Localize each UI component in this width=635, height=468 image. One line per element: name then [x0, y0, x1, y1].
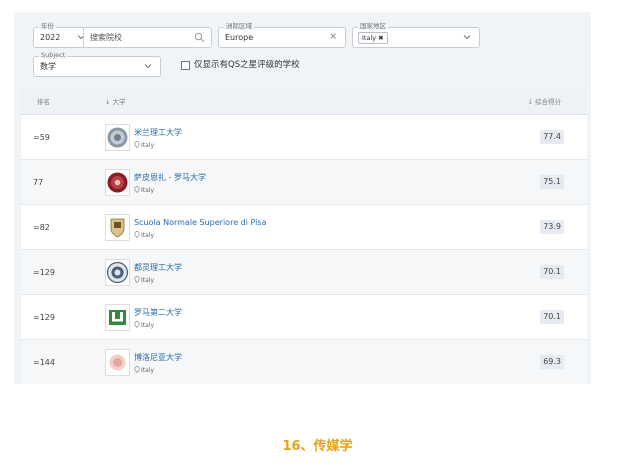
header-score[interactable]: ↓ 综合得分: [527, 98, 561, 106]
university-link[interactable]: 罗马第二大学: [134, 308, 182, 318]
location-label: Italy: [141, 187, 155, 194]
year-legend: 年份: [39, 22, 56, 30]
row-rank: =129: [33, 313, 55, 322]
country-select[interactable]: 国家地区 Italy ✖: [352, 22, 480, 48]
table-row: =129 都灵理工大学 Italy 70.1: [21, 250, 587, 295]
region-legend: 洲际区域: [224, 22, 254, 30]
row-rank: =59: [33, 133, 50, 142]
location-pin-icon: [134, 366, 140, 374]
crest-logo-icon: [105, 214, 130, 241]
score-badge: 77.4: [540, 130, 564, 144]
location: Italy: [134, 276, 154, 285]
table-row: =82 Scuola Normale Superiore di Pisa Ita…: [21, 205, 587, 250]
university-link[interactable]: Scuola Normale Superiore di Pisa: [134, 218, 266, 228]
region-select[interactable]: 洲际区域 Europe ×: [218, 22, 346, 48]
score-badge: 70.1: [540, 310, 564, 324]
score-badge: 73.9: [540, 220, 564, 234]
row-rank: =129: [33, 268, 55, 277]
location-pin-icon: [134, 141, 140, 149]
score-badge: 69.3: [540, 355, 564, 369]
search-placeholder: 搜索院校: [90, 33, 122, 42]
country-chip-label: Italy: [362, 34, 377, 42]
chevron-down-icon: [463, 35, 471, 40]
subject-value: 数学: [40, 62, 56, 71]
table-row: =129 罗马第二大学 Italy 70.1: [21, 295, 587, 340]
year-value: 2022: [40, 33, 61, 42]
location: Italy: [134, 366, 154, 375]
location-pin-icon: [134, 186, 140, 194]
qs-only-label: 仅显示有QS之星评级的学校: [194, 60, 300, 70]
location-label: Italy: [141, 277, 155, 284]
score-badge: 70.1: [540, 265, 564, 279]
country-legend: 国家地区: [358, 22, 388, 30]
country-chip[interactable]: Italy ✖: [358, 32, 388, 44]
subject-select[interactable]: Subject 数学: [33, 51, 161, 77]
emblem-logo-icon: [105, 259, 130, 286]
search-input[interactable]: 搜索院校: [83, 27, 212, 48]
location-pin-icon: [134, 276, 140, 284]
close-icon[interactable]: ×: [329, 32, 337, 42]
location-pin-icon: [134, 321, 140, 329]
qs-only-checkbox[interactable]: [181, 61, 190, 70]
pink-seal-logo-icon: [105, 349, 130, 376]
location: Italy: [134, 186, 154, 195]
chevron-down-icon: [144, 64, 152, 69]
table-header: 排名 ↓ 大学 ↓ 综合得分: [21, 89, 587, 115]
red-seal-logo-icon: [105, 169, 130, 196]
table-row: 77 萨皮恩扎 - 罗马大学 Italy 75.1: [21, 160, 587, 205]
green-logo-icon: [105, 304, 130, 331]
table-row: =59 米兰理工大学 Italy 77.4: [21, 115, 587, 160]
row-rank: =144: [33, 358, 55, 367]
location-label: Italy: [141, 232, 155, 239]
row-rank: =82: [33, 223, 50, 232]
table-row: =144 博洛尼亚大学 Italy 69.3: [21, 340, 587, 384]
location-pin-icon: [134, 231, 140, 239]
university-link[interactable]: 米兰理工大学: [134, 128, 182, 138]
row-rank: 77: [33, 178, 44, 187]
ranking-table: 排名 ↓ 大学 ↓ 综合得分 =59 米兰理工大学 Italy 77.4 77 …: [21, 89, 587, 384]
section-caption: 16、传媒学: [282, 439, 353, 454]
location: Italy: [134, 321, 154, 330]
search-icon: [194, 32, 205, 43]
location-label: Italy: [141, 367, 155, 374]
header-university[interactable]: ↓ 大学: [105, 98, 126, 106]
location-label: Italy: [141, 322, 155, 329]
location: Italy: [134, 231, 154, 240]
university-link[interactable]: 萨皮恩扎 - 罗马大学: [134, 173, 206, 183]
location: Italy: [134, 141, 154, 150]
location-label: Italy: [141, 142, 155, 149]
seal-logo-icon: [105, 124, 130, 151]
university-link[interactable]: 博洛尼亚大学: [134, 353, 182, 363]
chip-remove-icon[interactable]: ✖: [378, 34, 383, 42]
header-rank[interactable]: 排名: [37, 98, 50, 106]
region-value: Europe: [225, 33, 254, 42]
score-badge: 75.1: [540, 175, 564, 189]
university-link[interactable]: 都灵理工大学: [134, 263, 182, 273]
subject-legend: Subject: [39, 51, 68, 59]
